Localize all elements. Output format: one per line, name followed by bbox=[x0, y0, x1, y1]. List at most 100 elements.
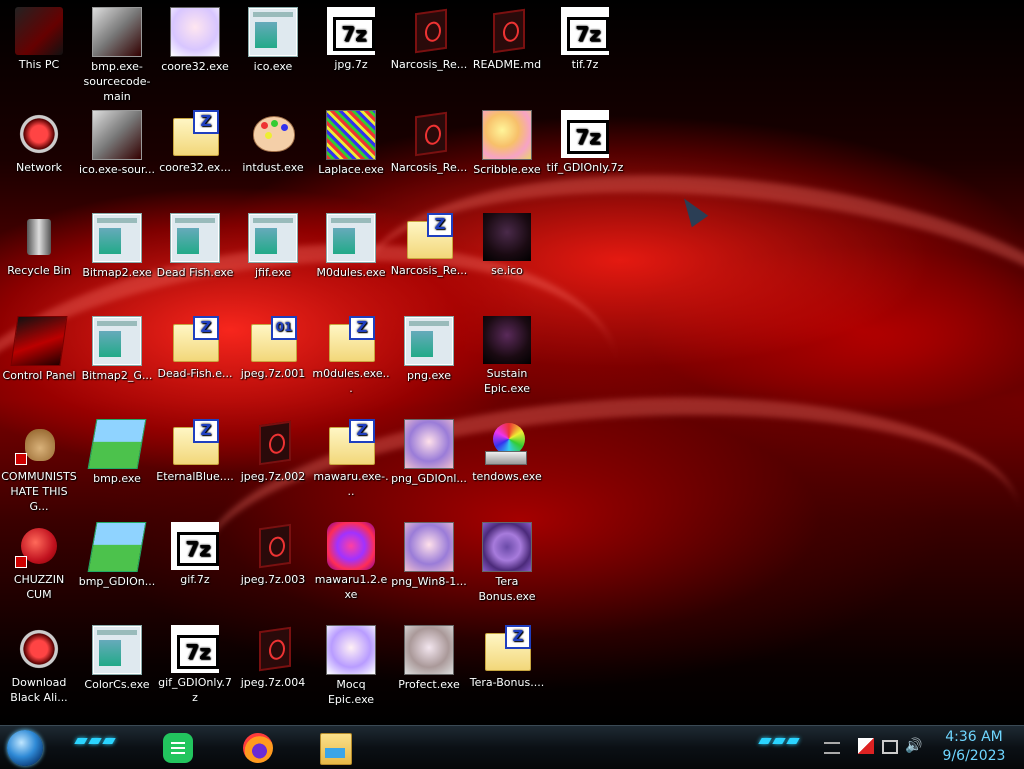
icon-label: intdust.exe bbox=[242, 161, 304, 174]
7z-archive-icon: 7z bbox=[561, 7, 609, 55]
icon-label: png.exe bbox=[407, 369, 451, 382]
desktop-icon-chuzzin[interactable]: CHUZZIN CUM bbox=[0, 515, 78, 602]
desktop-icon-tif-7z[interactable]: 7z tif.7z bbox=[546, 0, 624, 72]
desktop-icon-deadfish-zip[interactable]: Z Dead-Fish.e... bbox=[156, 309, 234, 381]
icon-label: Bitmap2_G... bbox=[81, 369, 153, 382]
notes-app-button[interactable] bbox=[163, 733, 193, 763]
desktop-icon-network[interactable]: Network bbox=[0, 103, 78, 175]
icon-label: ColorCs.exe bbox=[84, 678, 150, 691]
desktop-icon-jpg-7z[interactable]: 7z jpg.7z bbox=[312, 0, 390, 72]
desktop-icon-coore32[interactable]: coore32.exe bbox=[156, 0, 234, 74]
zip-badge: Z bbox=[427, 213, 453, 237]
start-orb-button[interactable] bbox=[7, 730, 43, 766]
desktop-icon-se-ico[interactable]: se.ico bbox=[468, 206, 546, 278]
desktop-icon-tif-gdi[interactable]: 7z tif_GDIOnly.7z bbox=[546, 103, 624, 175]
dark-image-icon bbox=[483, 316, 531, 364]
icon-label: Control Panel bbox=[2, 369, 76, 382]
icon-label: Narcosis_Re... bbox=[390, 161, 468, 174]
desktop-icon-narcosis-2[interactable]: Narcosis_Re... bbox=[390, 103, 468, 175]
window-app-icon bbox=[170, 213, 220, 263]
desktop-icon-png[interactable]: png.exe bbox=[390, 309, 468, 383]
icon-label: Narcosis_Re... bbox=[390, 264, 468, 277]
computer-icon bbox=[15, 7, 63, 55]
desktop-icon-bitmap2[interactable]: Bitmap2.exe bbox=[78, 206, 156, 280]
icon-label: Dead Fish.exe bbox=[156, 266, 234, 279]
desktop-icon-gif-7z[interactable]: 7z gif.7z bbox=[156, 515, 234, 587]
desktop-icon-tendows[interactable]: tendows.exe bbox=[468, 412, 546, 484]
desktop-icon-eternalblue[interactable]: Z EternalBlue.... bbox=[156, 412, 234, 484]
clock-date: 9/6/2023 bbox=[942, 748, 1006, 764]
icon-label: Tera-Bonus.... bbox=[469, 676, 545, 689]
zip-folder-icon: Z bbox=[327, 419, 375, 467]
desktop-icon-bitmap2g[interactable]: Bitmap2_G... bbox=[78, 309, 156, 383]
desktop-icon-intdust[interactable]: intdust.exe bbox=[234, 103, 312, 175]
desktop-icon-jpeg-003[interactable]: jpeg.7z.003 bbox=[234, 515, 312, 587]
image-icon bbox=[87, 419, 147, 469]
desktop-icon-gif-gdi[interactable]: 7z gif_GDIOnly.7z bbox=[156, 618, 234, 705]
desktop-icon-mocq[interactable]: Mocq Epic.exe bbox=[312, 618, 390, 707]
desktop-icon-mawaru-zip[interactable]: Z mawaru.exe-... bbox=[312, 412, 390, 499]
icon-label: mawaru1.2.exe bbox=[314, 573, 388, 601]
icon-label: COMMUNISTS HATE THIS G... bbox=[1, 470, 77, 513]
zip-folder-icon: Z bbox=[483, 625, 531, 673]
show-hidden-icons-button[interactable] bbox=[824, 742, 840, 754]
desktop-icon-bmp[interactable]: bmp.exe bbox=[78, 412, 156, 486]
desktop-icon-png-gdi[interactable]: png_GDIOnl... bbox=[390, 412, 468, 486]
zip-badge: Z bbox=[349, 316, 375, 340]
zip-badge: Z bbox=[193, 110, 219, 134]
desktop-icon-narcosis-1[interactable]: Narcosis_Re... bbox=[390, 0, 468, 72]
split-archive-folder-icon: 01 bbox=[249, 316, 297, 364]
icon-label: README.md bbox=[472, 58, 542, 71]
desktop-icon-jpeg-004[interactable]: jpeg.7z.004 bbox=[234, 618, 312, 690]
7z-badge: 7z bbox=[177, 532, 219, 566]
desktop-icon-communists[interactable]: COMMUNISTS HATE THIS G... bbox=[0, 412, 78, 514]
desktop-icon-colorcs[interactable]: ColorCs.exe bbox=[78, 618, 156, 692]
firefox-button[interactable] bbox=[243, 733, 273, 763]
desktop-icon-jfif[interactable]: jfif.exe bbox=[234, 206, 312, 280]
desktop-icon-profect[interactable]: Profect.exe bbox=[390, 618, 468, 692]
file-explorer-button[interactable] bbox=[320, 733, 352, 765]
desktop-icon-jpeg-002[interactable]: jpeg.7z.002 bbox=[234, 412, 312, 484]
desktop-icon-laplace[interactable]: Laplace.exe bbox=[312, 103, 390, 177]
icon-label: Network bbox=[16, 161, 62, 174]
icon-label: bmp_GDIOn... bbox=[78, 575, 156, 588]
desktop-icon-bmp-gdi[interactable]: bmp_GDIOn... bbox=[78, 515, 156, 589]
taskbar-clock[interactable]: 4:36 AM 9/6/2023 bbox=[932, 728, 1016, 766]
icon-label: png_Win8-1... bbox=[391, 575, 467, 588]
desktop-icon-readme[interactable]: README.md bbox=[468, 0, 546, 72]
desktop-icon-this-pc[interactable]: This PC bbox=[0, 0, 78, 72]
desktop-icon-coore32-zip[interactable]: Z coore32.ex... bbox=[156, 103, 234, 175]
icon-label: mawaru.exe-... bbox=[313, 470, 389, 498]
volume-icon[interactable]: 🔊 bbox=[905, 738, 922, 754]
desktop-icon-m0dules[interactable]: M0dules.exe bbox=[312, 206, 390, 280]
action-center-icon[interactable] bbox=[858, 738, 874, 754]
desktop-icon-download[interactable]: Download Black Ali... bbox=[0, 618, 78, 705]
zip-folder-icon: Z bbox=[171, 316, 219, 364]
icon-label: ico.exe-sour... bbox=[78, 163, 156, 176]
zip-badge: Z bbox=[193, 316, 219, 340]
desktop-icon-png-win8[interactable]: png_Win8-1... bbox=[390, 515, 468, 589]
red-frame-icon bbox=[405, 7, 453, 55]
network-icon[interactable] bbox=[882, 740, 898, 754]
icon-label: tif.7z bbox=[571, 58, 599, 71]
desktop-icon-control-panel[interactable]: Control Panel bbox=[0, 309, 78, 383]
icon-label: jpeg.7z.002 bbox=[240, 470, 306, 483]
desktop-icon-recycle-bin[interactable]: Recycle Bin bbox=[0, 206, 78, 278]
window-app-icon bbox=[326, 213, 376, 263]
7z-archive-icon: 7z bbox=[171, 625, 219, 673]
desktop-icon-sustain[interactable]: Sustain Epic.exe bbox=[468, 309, 546, 396]
cd-drive-icon bbox=[483, 419, 531, 467]
desktop-icon-m0dules-zip[interactable]: Z m0dules.exe... bbox=[312, 309, 390, 396]
desktop-icon-jpeg-001[interactable]: 01 jpeg.7z.001 bbox=[234, 309, 312, 381]
desktop-icon-ico[interactable]: ico.exe bbox=[234, 0, 312, 74]
desktop-icon-narcosis-3[interactable]: Z Narcosis_Re... bbox=[390, 206, 468, 278]
anime-girl-icon bbox=[404, 625, 454, 675]
desktop-icon-tera-bonus[interactable]: Tera Bonus.exe bbox=[468, 515, 546, 604]
desktop-icon-ico-src[interactable]: ico.exe-sour... bbox=[78, 103, 156, 177]
desktop-icon-scribble[interactable]: Scribble.exe bbox=[468, 103, 546, 177]
desktop-icon-mawaru12[interactable]: mawaru1.2.exe bbox=[312, 515, 390, 602]
desktop-icon-tera-bonus-zip[interactable]: Z Tera-Bonus.... bbox=[468, 618, 546, 690]
desktop-icon-bmp-src[interactable]: bmp.exe-sourcecode-main bbox=[78, 0, 156, 104]
desktop-icon-deadfish[interactable]: Dead Fish.exe bbox=[156, 206, 234, 280]
icon-label: coore32.ex... bbox=[159, 161, 231, 174]
